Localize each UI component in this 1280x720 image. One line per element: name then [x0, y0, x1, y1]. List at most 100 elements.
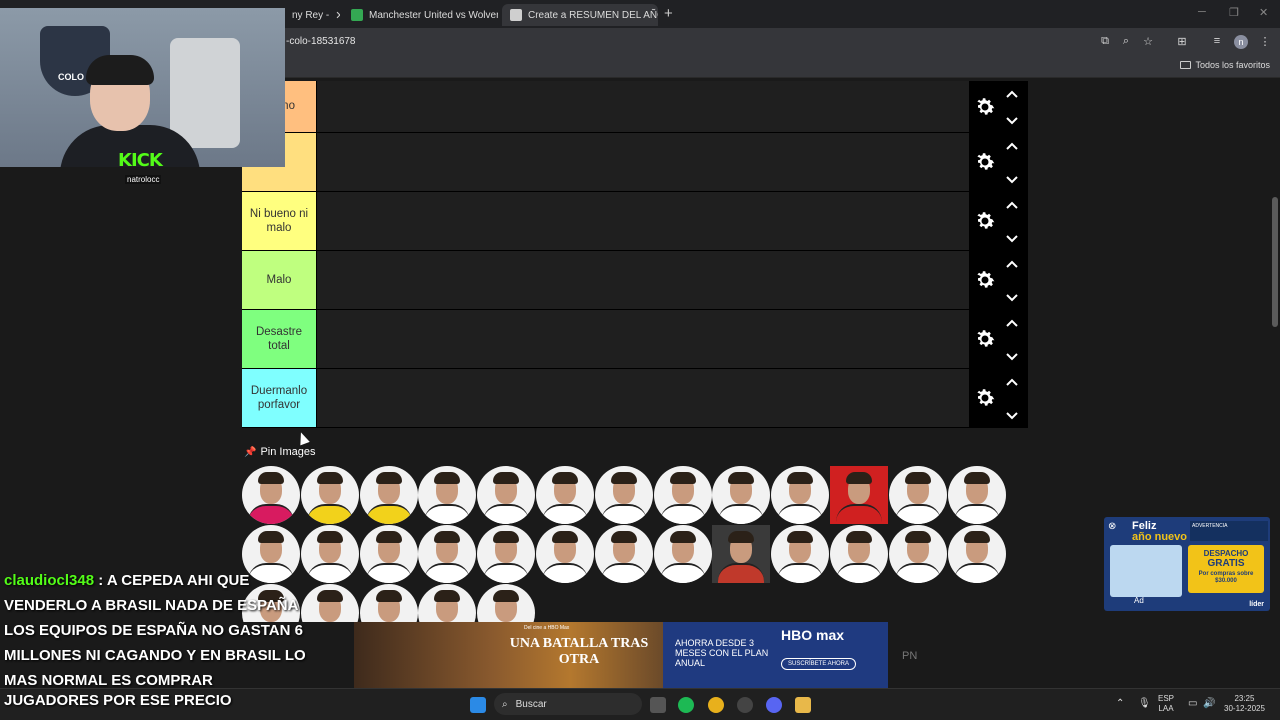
- url-field[interactable]: -colo-18531678: [286, 36, 356, 47]
- player-image[interactable]: [418, 584, 477, 622]
- move-down-icon[interactable]: [1005, 232, 1019, 244]
- player-image[interactable]: [359, 525, 418, 583]
- settings-gear-icon[interactable]: [973, 150, 997, 174]
- tier-label[interactable]: Desastre total: [242, 310, 316, 368]
- player-image[interactable]: [830, 525, 888, 583]
- clock-time: 23:25: [1234, 694, 1255, 703]
- chair: [170, 38, 240, 148]
- all-bookmarks-button[interactable]: Todos los favoritos: [1180, 60, 1270, 70]
- tray-chevron-icon[interactable]: ⌃: [1116, 698, 1124, 709]
- banner-title: UNA BATALLA TRAS OTRA: [509, 636, 649, 667]
- player-image[interactable]: [300, 466, 359, 524]
- tier-drop-zone[interactable]: [316, 251, 969, 309]
- spotify-icon[interactable]: [678, 697, 694, 713]
- browser-tab[interactable]: Manchester United vs Wolverh ✕: [343, 4, 498, 26]
- player-image[interactable]: [888, 525, 947, 583]
- player-image[interactable]: [947, 525, 1006, 583]
- discord-icon[interactable]: [766, 697, 782, 713]
- settings-gear-icon[interactable]: [973, 386, 997, 410]
- new-tab-button[interactable]: +: [664, 5, 673, 22]
- move-up-icon[interactable]: [1005, 316, 1019, 328]
- language-indicator[interactable]: ESP LAA: [1158, 694, 1174, 714]
- player-image[interactable]: [712, 466, 771, 524]
- tier-drop-zone[interactable]: [316, 310, 969, 368]
- minimize-icon[interactable]: ─: [1198, 6, 1206, 18]
- maximize-icon[interactable]: ❐: [1229, 6, 1239, 19]
- browser-tab-active[interactable]: Create a RESUMEN DEL AÑO C ✕: [502, 4, 658, 26]
- tier-label[interactable]: Ni bueno ni malo: [242, 192, 316, 250]
- extensions-icon[interactable]: ⊞: [1175, 35, 1189, 48]
- player-image[interactable]: [594, 466, 653, 524]
- chrome-icon[interactable]: [708, 697, 724, 713]
- player-image[interactable]: [888, 466, 947, 524]
- tier-drop-zone[interactable]: [316, 369, 969, 427]
- move-down-icon[interactable]: [1005, 409, 1019, 421]
- settings-gear-icon[interactable]: [973, 268, 997, 292]
- taskbar-search[interactable]: ⌕ Buscar: [494, 693, 642, 715]
- player-image[interactable]: [653, 525, 712, 583]
- move-down-icon[interactable]: [1005, 114, 1019, 126]
- move-down-icon[interactable]: [1005, 291, 1019, 303]
- close-ad-icon[interactable]: ⊗: [1108, 521, 1116, 532]
- player-image[interactable]: [477, 584, 536, 622]
- move-up-icon[interactable]: [1005, 198, 1019, 210]
- player-image[interactable]: [359, 584, 418, 622]
- player-image[interactable]: [830, 466, 888, 524]
- move-down-icon[interactable]: [1005, 173, 1019, 185]
- player-image[interactable]: [712, 525, 771, 583]
- move-up-icon[interactable]: [1005, 375, 1019, 387]
- player-image[interactable]: [771, 525, 830, 583]
- chat-text: MILLONES NI CAGANDO Y EN BRASIL LO: [4, 647, 306, 664]
- chat-text: : A CEPEDA AHI QUE: [94, 572, 250, 589]
- browser-tab[interactable]: ny Rey - ✕: [284, 4, 340, 26]
- tier-drop-zone[interactable]: [316, 133, 969, 191]
- move-up-icon[interactable]: [1005, 87, 1019, 99]
- hbo-max-banner-ad[interactable]: Del cine a HBO Max UNA BATALLA TRAS OTRA…: [354, 622, 888, 688]
- settings-gear-icon[interactable]: [973, 95, 997, 119]
- profile-avatar[interactable]: n: [1234, 35, 1248, 49]
- media-icon[interactable]: ≡: [1210, 35, 1224, 47]
- player-image[interactable]: [477, 525, 536, 583]
- player-image[interactable]: [536, 466, 594, 524]
- tier-drop-zone[interactable]: [316, 192, 969, 250]
- player-image[interactable]: [418, 525, 477, 583]
- player-image[interactable]: [359, 466, 418, 524]
- tier-label[interactable]: Malo: [242, 251, 316, 309]
- player-image[interactable]: [771, 466, 830, 524]
- page-scrollbar[interactable]: [1272, 197, 1278, 327]
- start-icon[interactable]: [470, 697, 486, 713]
- tier-drop-zone[interactable]: [316, 81, 969, 132]
- obs-icon[interactable]: [737, 697, 753, 713]
- network-icon[interactable]: ▭: [1188, 698, 1197, 709]
- microphone-icon[interactable]: 🎙: [1138, 698, 1151, 709]
- move-up-icon[interactable]: [1005, 139, 1019, 151]
- player-image[interactable]: [653, 466, 712, 524]
- ad-label: Ad: [1134, 596, 1144, 605]
- player-image[interactable]: [477, 466, 536, 524]
- file-explorer-icon[interactable]: [795, 697, 811, 713]
- player-image[interactable]: [947, 466, 1006, 524]
- settings-gear-icon[interactable]: [973, 327, 997, 351]
- player-image[interactable]: [242, 466, 300, 524]
- close-icon[interactable]: ✕: [329, 9, 340, 22]
- settings-gear-icon[interactable]: [973, 209, 997, 233]
- chat-username: claudiocl348: [4, 572, 95, 589]
- pin-images-toggle[interactable]: 📌 Pin Images: [244, 446, 315, 458]
- zoom-icon[interactable]: ⌕: [1119, 35, 1133, 48]
- close-window-icon[interactable]: ✕: [1259, 6, 1268, 19]
- player-image[interactable]: [536, 525, 594, 583]
- clock[interactable]: 23:25 30-12-2025: [1224, 694, 1265, 714]
- translate-icon[interactable]: ⧉: [1098, 35, 1112, 48]
- volume-icon[interactable]: 🔊: [1203, 698, 1215, 709]
- move-down-icon[interactable]: [1005, 350, 1019, 362]
- lider-ad[interactable]: ⊗ Feliz año nuevo ADVERTENCIA DESPACHO G…: [1104, 517, 1270, 611]
- chat-text: JUGADORES POR ESE PRECIO: [4, 692, 232, 709]
- move-up-icon[interactable]: [1005, 257, 1019, 269]
- player-image[interactable]: [594, 525, 653, 583]
- subscribe-button[interactable]: SUSCRÍBETE AHORA: [781, 658, 857, 670]
- player-image[interactable]: [418, 466, 477, 524]
- menu-icon[interactable]: ⋮: [1258, 35, 1272, 48]
- task-view-icon[interactable]: [650, 697, 666, 713]
- tier-label[interactable]: Duermanlo porfavor: [242, 369, 316, 427]
- bookmark-star-icon[interactable]: ☆: [1141, 35, 1155, 48]
